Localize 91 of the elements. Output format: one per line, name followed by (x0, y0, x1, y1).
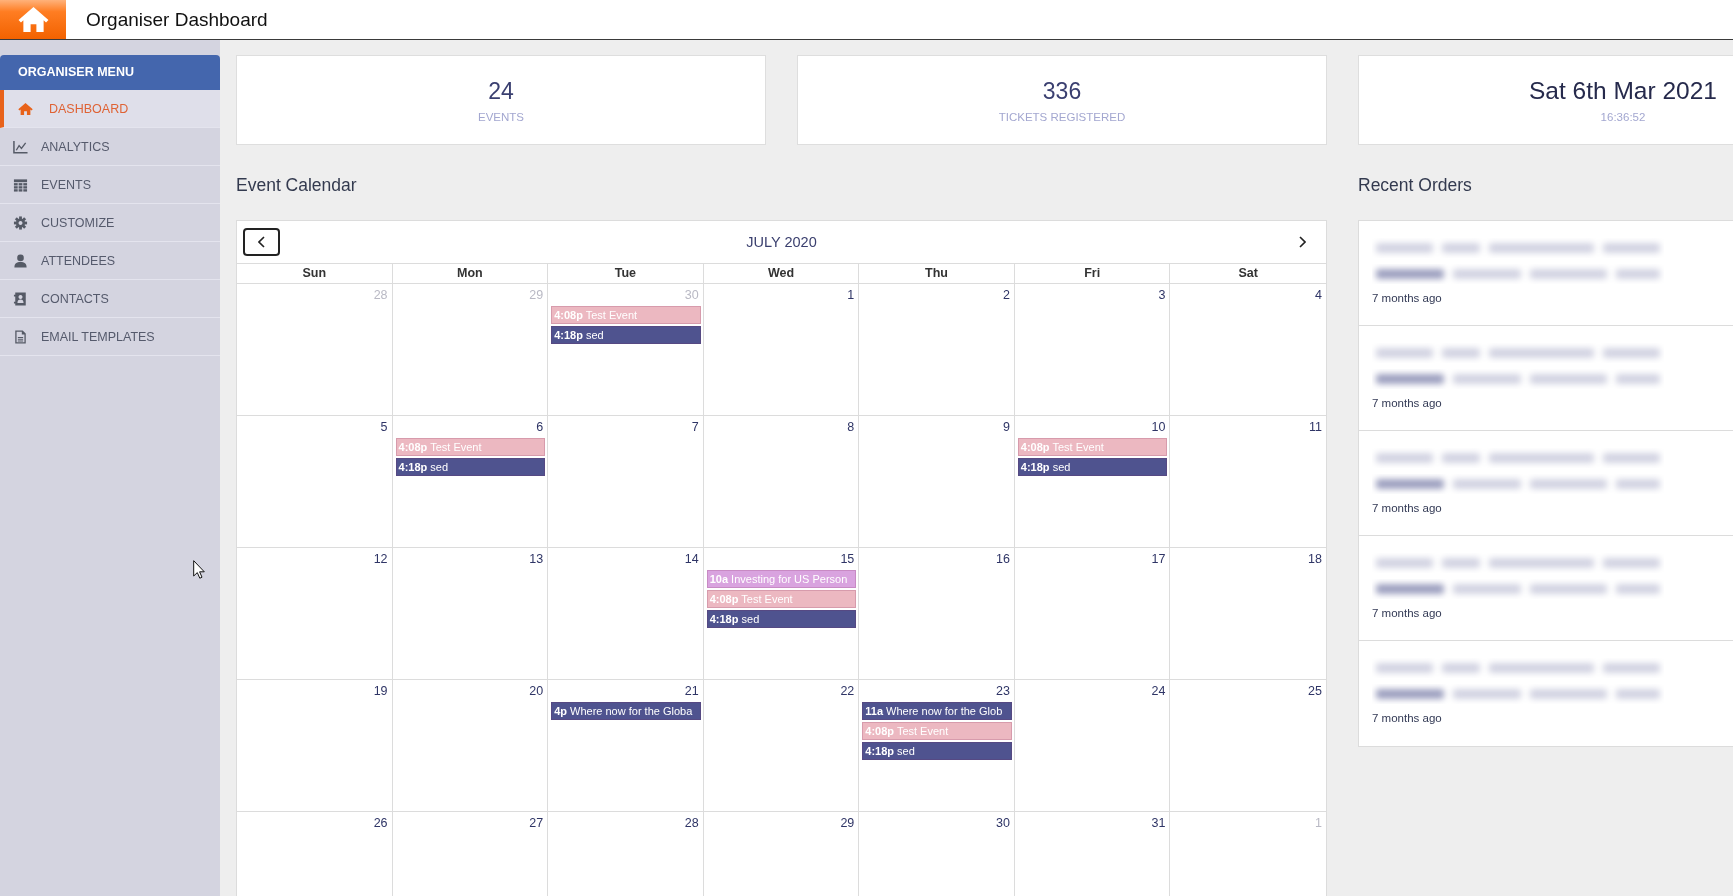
day-number: 15 (840, 551, 856, 568)
day-number: 1 (1315, 815, 1323, 832)
day-number: 14 (684, 551, 700, 568)
calendar-icon (13, 177, 28, 192)
day-number: 28 (373, 287, 389, 304)
order-time: 7 months ago (1372, 606, 1442, 619)
mouse-pointer-icon (193, 560, 205, 579)
weekday-header: Sat (1237, 265, 1259, 282)
order-item[interactable]: 7 months ago (1359, 431, 1733, 536)
order-time: 7 months ago (1372, 711, 1442, 724)
day-number: 20 (529, 683, 545, 700)
chevron-right-icon (1299, 236, 1306, 248)
calendar-event[interactable]: 4:18p sed (1017, 458, 1168, 476)
line-chart-icon (13, 139, 28, 154)
day-number: 11 (1309, 419, 1323, 436)
chevron-left-icon (258, 236, 265, 248)
stat-value: Sat 6th Mar 2021 (1529, 77, 1717, 105)
day-number: 2 (1002, 287, 1011, 304)
address-book-icon (13, 291, 28, 306)
home-icon (17, 6, 49, 33)
day-number: 17 (1151, 551, 1167, 568)
calendar-event[interactable]: 4:18p sed (706, 610, 857, 628)
calendar-event[interactable]: 4:18p sed (551, 326, 701, 344)
day-number: 21 (684, 683, 700, 700)
day-number: 30 (684, 287, 700, 304)
sidebar-item[interactable]: DASHBOARD (0, 90, 220, 128)
day-number: 13 (529, 551, 545, 568)
section-heading: Event Calendar (236, 174, 357, 196)
day-number: 25 (1308, 683, 1323, 700)
sidebar-item[interactable]: CONTACTS (0, 280, 220, 318)
stat-value: 24 (488, 77, 514, 105)
next-month-button[interactable] (1297, 234, 1308, 250)
menu-title: ORGANISER MENU (0, 55, 220, 90)
stat-label: TICKETS REGISTERED (998, 110, 1126, 123)
calendar-event[interactable]: 4:18p sed (395, 458, 546, 476)
previous-month-button[interactable] (243, 228, 280, 256)
page-title: Organiser Dashboard (86, 8, 268, 31)
day-number: 29 (529, 287, 545, 304)
day-number: 4 (1315, 287, 1323, 304)
day-number: 24 (1151, 683, 1167, 700)
day-number: 30 (995, 815, 1011, 832)
weekday-header: Fri (1014, 264, 1171, 283)
day-number: 5 (380, 419, 389, 436)
day-number: 3 (1158, 287, 1167, 304)
weekday-header: Mon (392, 264, 549, 283)
stat-value: 336 (1042, 77, 1082, 105)
calendar-event[interactable]: 4:18p sed (862, 742, 1012, 760)
day-number: 22 (840, 683, 856, 700)
day-number: 16 (995, 551, 1011, 568)
document-icon (13, 329, 28, 344)
order-time: 7 months ago (1372, 501, 1442, 514)
day-number: 29 (840, 815, 856, 832)
day-number: 1 (847, 287, 856, 304)
day-number: 7 (691, 419, 700, 436)
stat-label: EVENTS (478, 110, 524, 123)
weekday-header: Wed (703, 264, 860, 283)
person-icon (13, 253, 28, 268)
home-icon (18, 101, 33, 116)
sidebar-item[interactable]: EVENTS (0, 166, 220, 204)
order-item[interactable]: 7 months ago (1359, 221, 1733, 326)
day-number: 28 (684, 815, 700, 832)
order-time: 7 months ago (1372, 396, 1442, 409)
sidebar-item[interactable]: EMAIL TEMPLATES (0, 318, 220, 356)
day-number: 6 (536, 419, 545, 436)
calendar-event[interactable]: 4p Where now for the Globa (551, 702, 701, 720)
weekday-header: Tue (548, 264, 704, 283)
gear-icon (13, 215, 28, 230)
day-number: 27 (529, 815, 545, 832)
day-number: 8 (847, 419, 856, 436)
stat-label: 16:36:52 (1600, 111, 1646, 123)
sidebar-item[interactable]: ANALYTICS (0, 128, 220, 166)
day-number: 10 (1151, 419, 1167, 436)
day-number: 18 (1308, 551, 1323, 568)
day-number: 12 (373, 551, 389, 568)
day-number: 31 (1151, 815, 1167, 832)
order-item[interactable]: 7 months ago (1359, 536, 1733, 641)
sidebar-item[interactable]: CUSTOMIZE (0, 204, 220, 242)
order-item[interactable]: 7 months ago (1359, 326, 1733, 431)
calendar-event[interactable]: 11a Where now for the Glob (862, 702, 1012, 720)
weekday-header: Thu (859, 264, 1015, 283)
month-title: JULY 2020 (746, 234, 817, 250)
day-number: 23 (995, 683, 1011, 700)
order-time: 7 months ago (1372, 291, 1442, 304)
weekday-header: Sun (237, 264, 393, 283)
sidebar-item[interactable]: ATTENDEES (0, 242, 220, 280)
home-button[interactable] (0, 0, 66, 39)
day-number: 9 (1002, 419, 1011, 436)
day-number: 19 (373, 683, 389, 700)
day-number: 26 (373, 815, 389, 832)
section-heading: Recent Orders (1358, 174, 1472, 196)
order-item[interactable]: 7 months ago (1359, 641, 1733, 746)
